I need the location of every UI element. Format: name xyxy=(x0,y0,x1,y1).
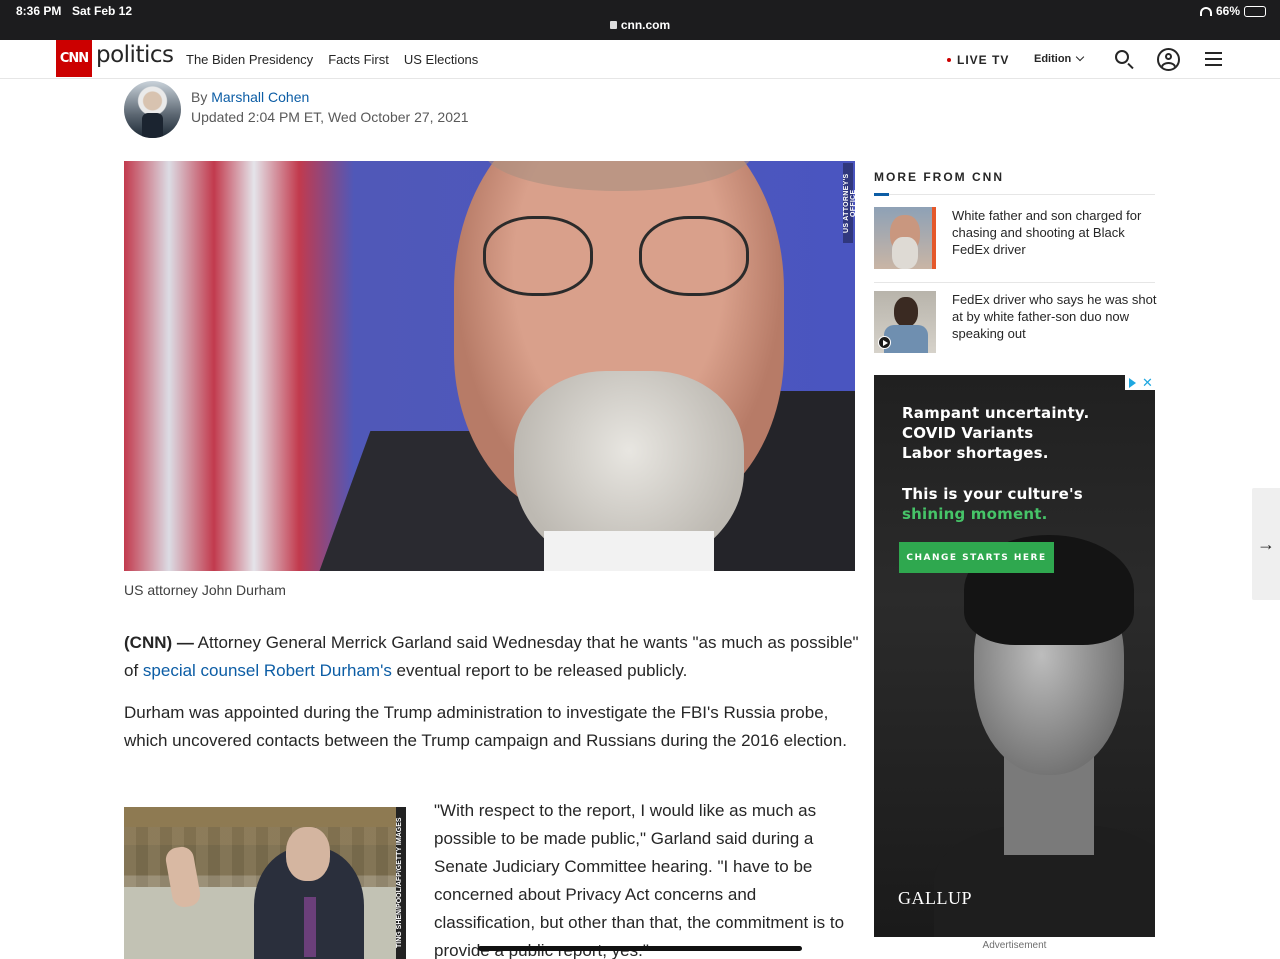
more-from-cnn-title: MORE FROM CNN xyxy=(874,170,1004,184)
address-bar[interactable]: cnn.com xyxy=(0,18,1280,32)
updated-timestamp: Updated 2:04 PM ET, Wed October 27, 2021 xyxy=(191,109,469,125)
battery-icon xyxy=(1244,5,1266,17)
edition-label: Edition xyxy=(1034,53,1072,65)
ad-brand: GALLUP xyxy=(898,888,972,908)
rail-divider xyxy=(874,193,1155,196)
status-time: 8:36 PM xyxy=(16,4,62,18)
ad-line: shining moment. xyxy=(902,505,1048,523)
device-status-bar: 8:36 PM Sat Feb 12 cnn.com 66% xyxy=(0,0,1280,40)
account-icon[interactable] xyxy=(1157,48,1180,71)
hamburger-menu-icon[interactable] xyxy=(1205,52,1222,66)
adchoices-icon[interactable] xyxy=(1125,375,1140,390)
section-logo[interactable]: politics xyxy=(96,42,174,68)
live-tv-link[interactable]: LIVE TV xyxy=(947,53,1009,67)
battery-percent: 66% xyxy=(1215,4,1240,18)
edition-dropdown[interactable]: Edition xyxy=(1034,52,1085,65)
durham-report-link[interactable]: special counsel Robert Durham's xyxy=(143,661,392,680)
nav-item-facts-first[interactable]: Facts First xyxy=(328,52,389,67)
article-paragraph-2: Durham was appointed during the Trump ad… xyxy=(124,703,847,750)
close-icon[interactable]: ✕ xyxy=(1140,375,1155,390)
ad-line: Labor shortages. xyxy=(902,444,1049,462)
ad-line: COVID Variants xyxy=(902,424,1034,442)
byline-by: By xyxy=(191,89,208,105)
arrow-right-icon: → xyxy=(1257,533,1275,554)
nav-item-us-elections[interactable]: US Elections xyxy=(404,52,478,67)
article-paragraph-3: "With respect to the report, I would lik… xyxy=(434,801,845,959)
status-date: Sat Feb 12 xyxy=(72,4,133,18)
author-link[interactable]: Marshall Cohen xyxy=(211,89,309,105)
adchoices-badge[interactable]: ✕ xyxy=(1125,375,1155,390)
rail-separator xyxy=(874,282,1155,283)
home-indicator[interactable] xyxy=(478,946,802,951)
rail-thumbnail[interactable] xyxy=(874,291,936,353)
rail-thumbnail[interactable] xyxy=(874,207,936,269)
byline: By Marshall Cohen xyxy=(191,89,309,105)
hero-caption: US attorney John Durham xyxy=(124,582,286,598)
address-url: cnn.com xyxy=(620,18,671,32)
rail-headline[interactable]: FedEx driver who says he was shot at by … xyxy=(952,291,1157,342)
hero-image[interactable]: US ATTORNEY'S OFFICE xyxy=(124,161,855,571)
rail-item[interactable]: FedEx driver who says he was shot at by … xyxy=(874,291,1157,367)
status-right: 66% xyxy=(1199,4,1266,18)
play-icon xyxy=(878,336,891,349)
lock-icon xyxy=(609,21,617,29)
section-nav: The Biden Presidency Facts First US Elec… xyxy=(186,52,478,67)
nav-item-biden-presidency[interactable]: The Biden Presidency xyxy=(186,52,313,67)
live-dot-icon xyxy=(947,58,951,62)
next-article-tab[interactable]: → xyxy=(1252,488,1280,600)
rail-item[interactable]: White father and son charged for chasing… xyxy=(874,207,1155,283)
source-tag: (CNN) — xyxy=(124,633,194,652)
garland-photo-credit: TING SHEN/POOL/AFP/GETTY IMAGES xyxy=(396,807,406,959)
garland-image[interactable]: TING SHEN/POOL/AFP/GETTY IMAGES xyxy=(124,807,406,959)
article-paragraph-1: (CNN) — Attorney General Merrick Garland… xyxy=(124,633,859,680)
search-icon[interactable] xyxy=(1115,50,1129,64)
gallup-ad[interactable]: Rampant uncertainty. COVID Variants Labo… xyxy=(874,375,1155,937)
ad-cta-button[interactable]: CHANGE STARTS HERE xyxy=(899,542,1054,573)
hero-photo-credit: US ATTORNEY'S OFFICE xyxy=(843,163,855,243)
author-avatar[interactable] xyxy=(124,81,181,138)
ad-label: Advertisement xyxy=(982,940,1047,951)
cnn-logo[interactable]: CNN xyxy=(56,40,92,77)
chevron-down-icon xyxy=(1076,52,1085,62)
wifi-icon xyxy=(1199,6,1212,16)
ad-line: This is your culture's xyxy=(902,485,1083,503)
rail-headline[interactable]: White father and son charged for chasing… xyxy=(952,207,1157,258)
ad-line: Rampant uncertainty. xyxy=(902,404,1090,422)
site-header: CNN politics The Biden Presidency Facts … xyxy=(0,40,1280,79)
live-tv-label: LIVE TV xyxy=(957,53,1010,67)
